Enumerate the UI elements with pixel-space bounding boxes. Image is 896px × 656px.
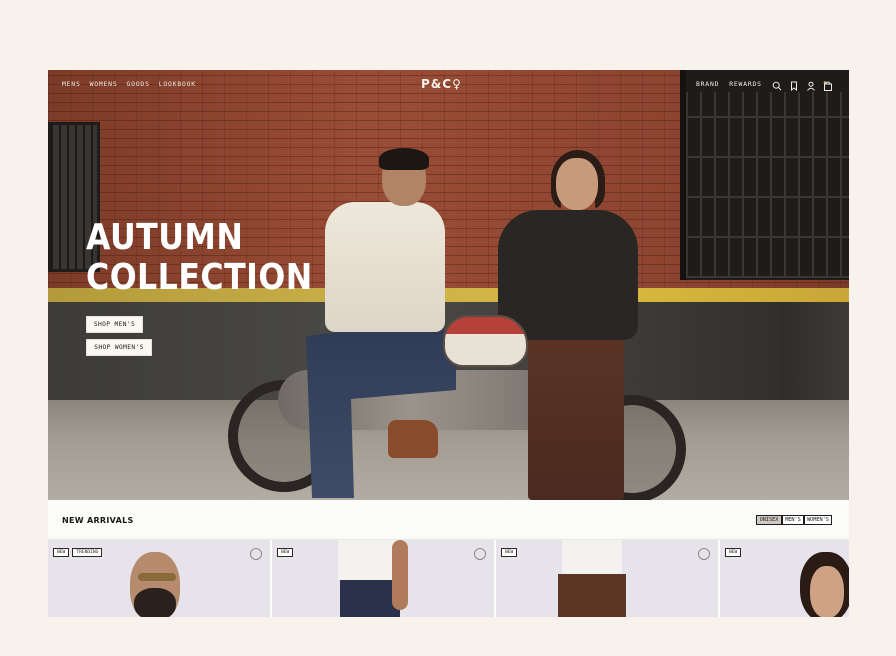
secondary-nav: BRAND REWARDS	[696, 80, 762, 88]
product-badges: NEW	[725, 548, 742, 557]
product-badges: NEW TRENDING	[53, 548, 103, 557]
product-card[interactable]: NEW	[496, 540, 718, 617]
nav-link-lookbook[interactable]: LOOKBOOK	[159, 80, 196, 88]
model-glasses	[138, 573, 176, 581]
search-icon[interactable]	[772, 78, 782, 91]
product-card[interactable]: NEW	[720, 540, 849, 617]
nav-link-brand[interactable]: BRAND	[696, 80, 719, 88]
product-badges: NEW	[277, 548, 294, 557]
model-image	[562, 540, 622, 574]
nav-link-goods[interactable]: GOODS	[126, 80, 149, 88]
product-card[interactable]: NEW	[272, 540, 494, 617]
bookmark-icon[interactable]	[474, 548, 486, 560]
badge-trending: TRENDING	[72, 548, 103, 557]
product-card[interactable]: NEW TRENDING	[48, 540, 270, 617]
site-frame: MENS WOMENS GOODS LOOKBOOK P&C♀ BRAND RE…	[48, 70, 849, 617]
man-hair	[379, 148, 429, 170]
woman-trousers	[528, 332, 624, 500]
product-grid: NEW TRENDING NEW NEW NEW	[48, 540, 849, 617]
woman-sweater	[498, 210, 638, 340]
top-navigation: MENS WOMENS GOODS LOOKBOOK P&C♀ BRAND RE…	[48, 70, 849, 98]
motorcycle-tank	[443, 315, 528, 367]
bag-icon[interactable]	[823, 78, 833, 91]
man-boot	[388, 420, 438, 458]
model-arm	[392, 540, 408, 610]
shop-womens-button[interactable]: SHOP WOMEN'S	[86, 339, 152, 356]
man-shirt	[325, 202, 445, 332]
bookmark-icon[interactable]	[789, 78, 799, 92]
model-jeans	[340, 580, 400, 617]
brand-logo[interactable]: P&C♀	[421, 77, 462, 91]
right-gate	[680, 70, 849, 280]
badge-new: NEW	[501, 548, 518, 557]
account-icon[interactable]	[806, 78, 816, 91]
new-arrivals-header: NEW ARRIVALS UNISEX MEN'S WOMEN'S	[48, 500, 849, 540]
model-image	[338, 540, 400, 580]
filter-mens[interactable]: MEN'S	[782, 515, 804, 525]
filter-womens[interactable]: WOMEN'S	[804, 515, 832, 525]
nav-icons	[772, 78, 833, 92]
bookmark-icon[interactable]	[250, 548, 262, 560]
model-beard	[134, 588, 176, 617]
hero-banner: MENS WOMENS GOODS LOOKBOOK P&C♀ BRAND RE…	[48, 70, 849, 500]
nav-link-rewards[interactable]: REWARDS	[729, 80, 762, 88]
primary-nav: MENS WOMENS GOODS LOOKBOOK	[62, 80, 196, 88]
new-arrivals-title: NEW ARRIVALS	[62, 516, 134, 525]
hero-title-line1: AUTUMN	[86, 217, 244, 258]
product-badges: NEW	[501, 548, 518, 557]
model-image	[810, 566, 844, 617]
hero-title: AUTUMN COLLECTION	[86, 218, 313, 298]
woman-face	[556, 158, 598, 210]
nav-link-womens[interactable]: WOMENS	[90, 80, 118, 88]
badge-new: NEW	[277, 548, 294, 557]
model-trousers	[558, 574, 626, 617]
filter-unisex[interactable]: UNISEX	[756, 515, 782, 525]
badge-new: NEW	[53, 548, 70, 557]
badge-new: NEW	[725, 548, 742, 557]
hero-title-line2: COLLECTION	[86, 257, 313, 298]
bookmark-icon[interactable]	[698, 548, 710, 560]
shop-mens-button[interactable]: SHOP MEN'S	[86, 316, 143, 333]
nav-link-mens[interactable]: MENS	[62, 80, 81, 88]
